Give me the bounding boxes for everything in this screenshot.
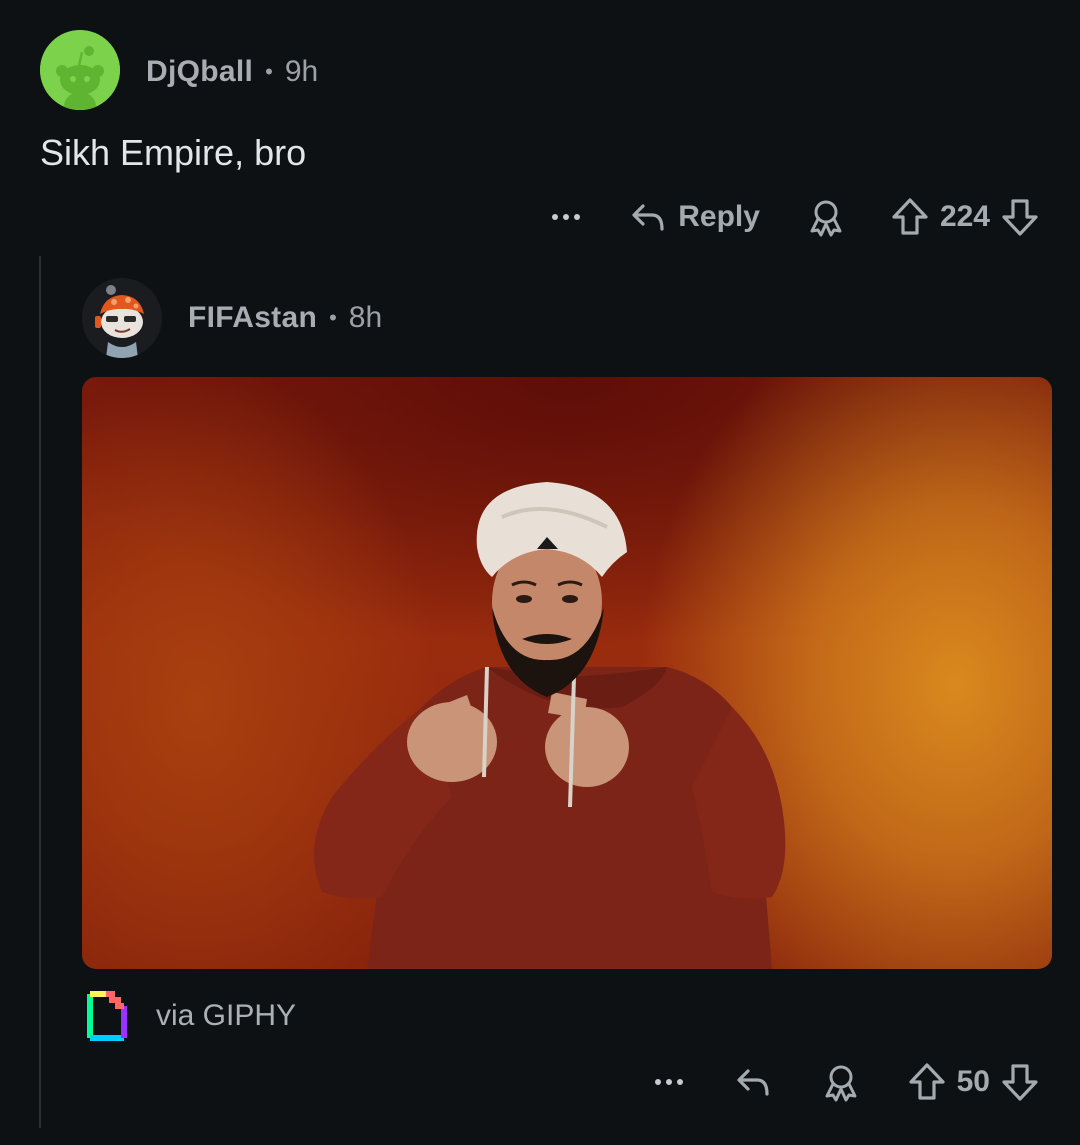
meta-separator: • <box>265 59 273 84</box>
reply-label: Reply <box>678 200 760 233</box>
gif-figure-illustration <box>314 482 786 969</box>
more-options-icon[interactable] <box>546 214 586 220</box>
reply-age: 8h <box>348 301 383 334</box>
thread-line[interactable] <box>39 256 41 1128</box>
upvote-arrow-icon[interactable] <box>907 1061 947 1103</box>
more-options-icon[interactable] <box>649 1079 689 1085</box>
comment-thread: DjQball • 9h Sikh Empire, bro Reply 224 … <box>0 0 1080 1145</box>
reddit-snoo-avatar-icon <box>40 30 120 110</box>
reddit-snoo-avatar-icon <box>82 278 162 358</box>
vote-controls: 50 <box>907 1061 1040 1103</box>
giphy-logo-icon <box>86 990 128 1042</box>
reply-meta: FIFAstan • 8h <box>188 298 382 338</box>
reply-button[interactable]: Reply <box>628 197 760 237</box>
meta-separator: • <box>329 305 337 330</box>
comment-text: Sikh Empire, bro <box>40 132 307 173</box>
reply-username[interactable]: FIFAstan <box>188 301 317 335</box>
giphy-label: via GIPHY <box>156 999 297 1032</box>
downvote-arrow-icon[interactable] <box>1000 1061 1040 1103</box>
reply-score: 50 <box>956 1065 990 1098</box>
comment-meta: DjQball • 9h <box>146 52 318 92</box>
giphy-attribution[interactable]: via GIPHY <box>86 990 296 1042</box>
upvote-arrow-icon[interactable] <box>890 196 930 238</box>
comment-age: 9h <box>284 55 319 88</box>
comment-username[interactable]: DjQball <box>146 55 253 89</box>
reply-arrow-icon[interactable] <box>733 1062 773 1102</box>
user-avatar[interactable] <box>40 30 120 110</box>
comment-actions: Reply 224 <box>546 193 1040 241</box>
downvote-arrow-icon[interactable] <box>1000 196 1040 238</box>
award-icon[interactable] <box>821 1061 861 1103</box>
award-icon[interactable] <box>806 196 846 238</box>
reply-actions: 50 <box>649 1058 1040 1106</box>
gif-image[interactable] <box>82 377 1052 969</box>
reply-arrow-icon <box>628 197 668 237</box>
reply-user-avatar[interactable] <box>82 278 162 358</box>
comment-score: 224 <box>939 200 990 233</box>
vote-controls: 224 <box>890 196 1040 238</box>
